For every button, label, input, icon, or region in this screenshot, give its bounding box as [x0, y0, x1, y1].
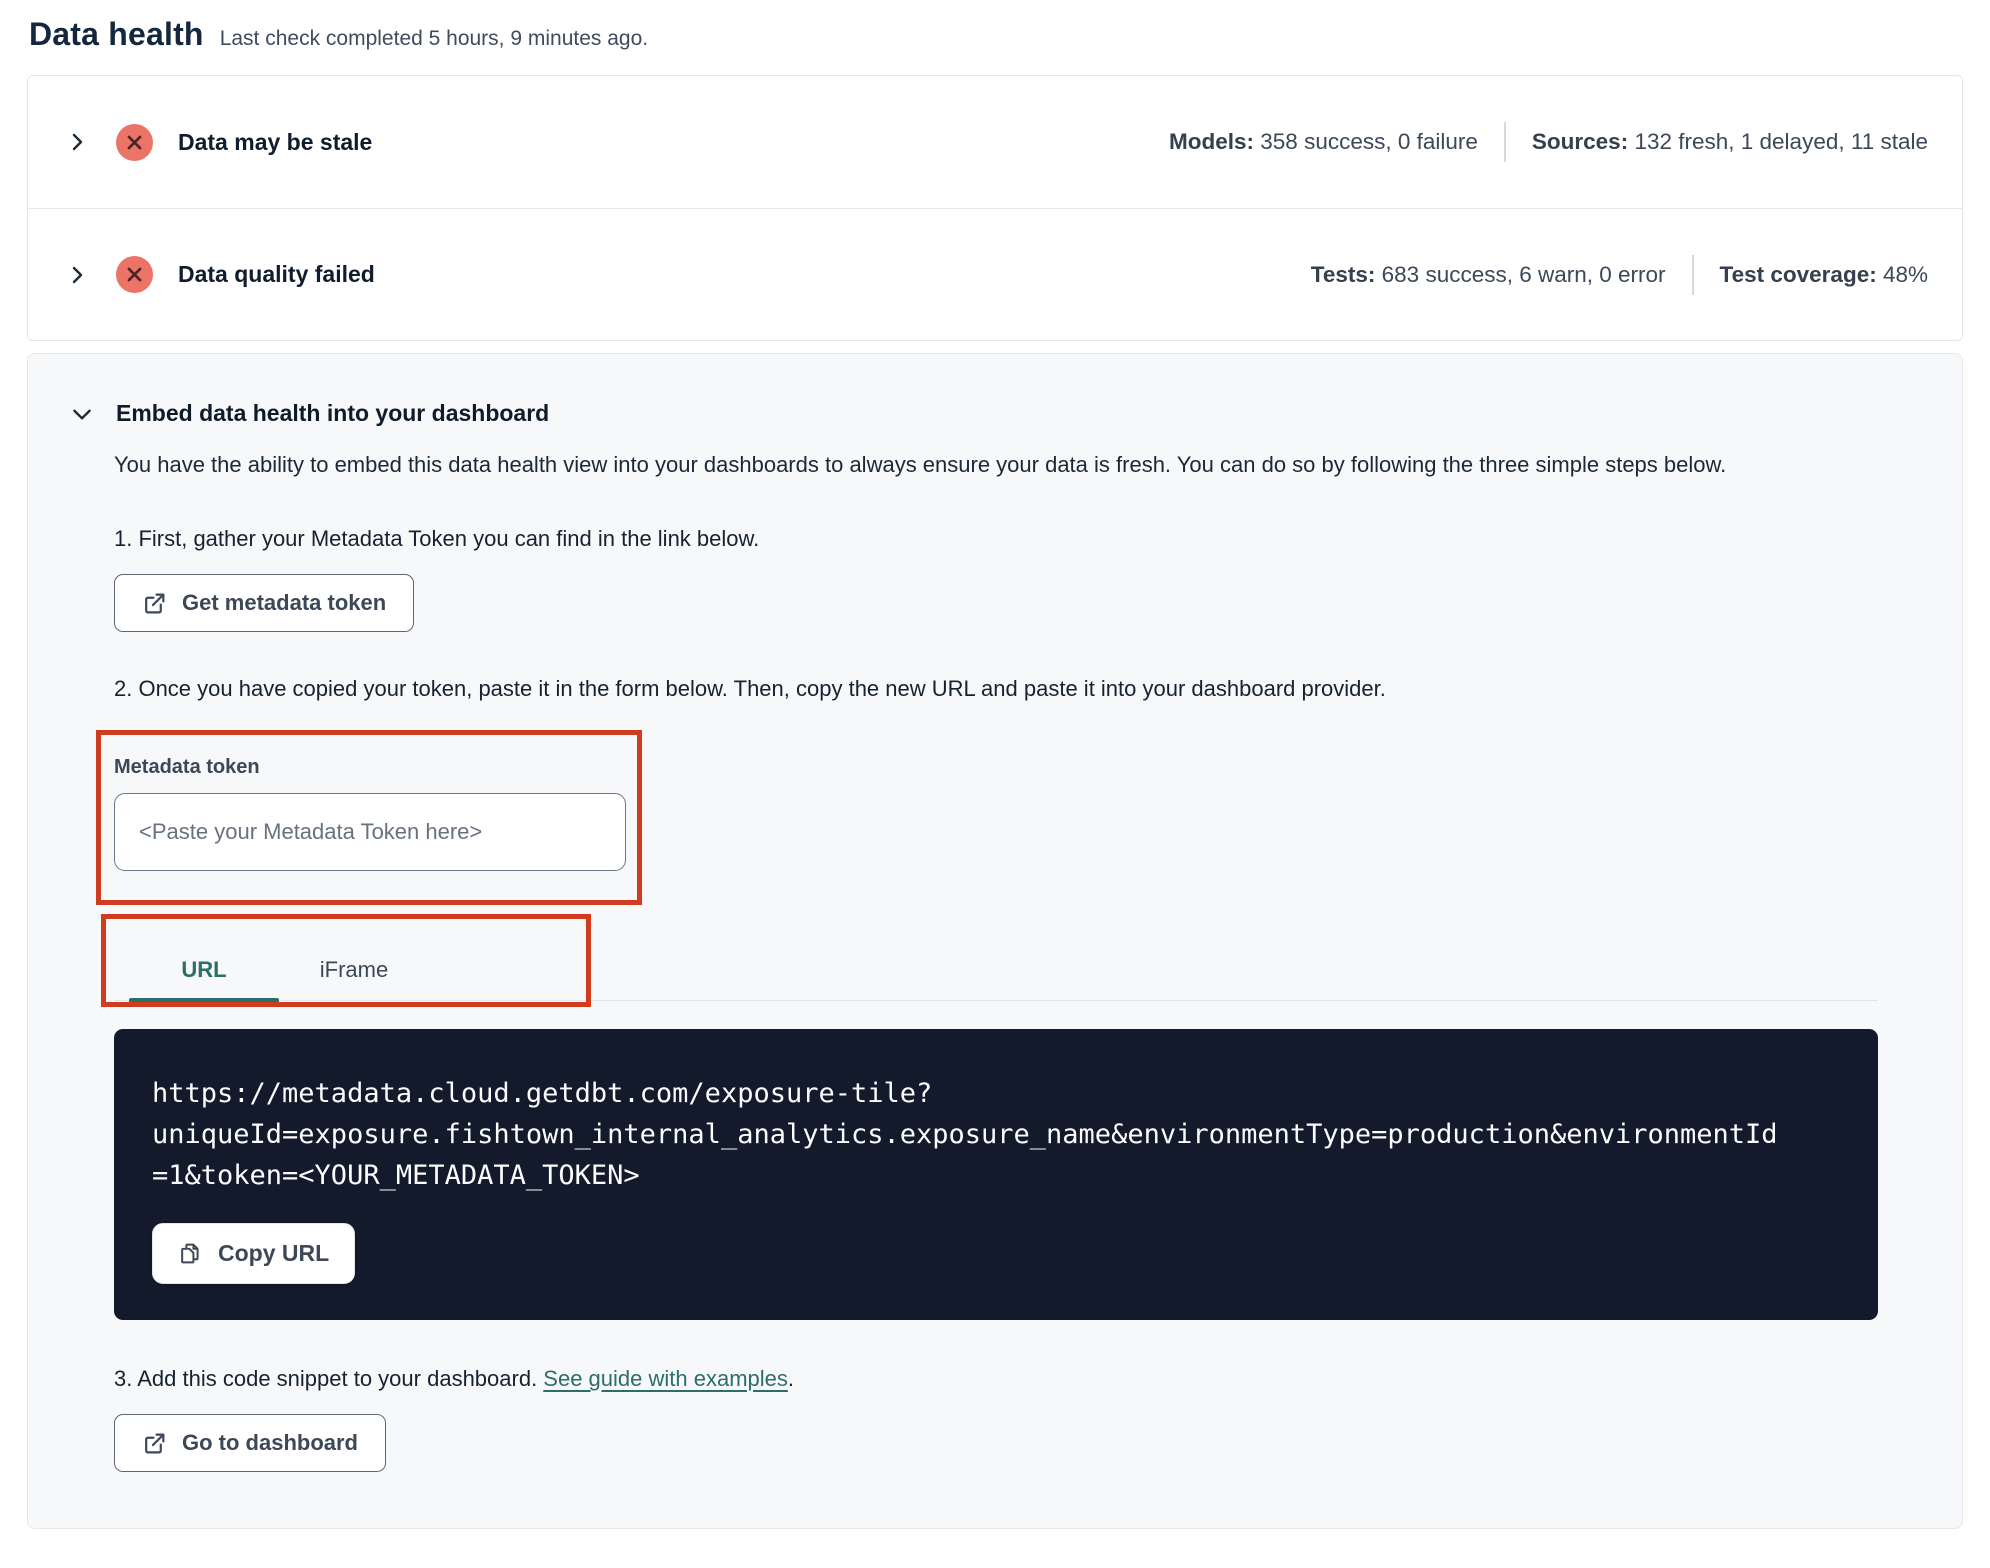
get-metadata-token-button[interactable]: Get metadata token: [114, 574, 415, 632]
x-circle-error-icon: [116, 256, 153, 293]
copy-url-button[interactable]: Copy URL: [152, 1223, 356, 1284]
external-link-icon: [142, 591, 167, 616]
embed-section-body: You have the ability to embed this data …: [96, 449, 1878, 1472]
metadata-token-annotation-box: Metadata token: [96, 730, 642, 905]
embed-url-code-block: https://metadata.cloud.getdbt.com/exposu…: [114, 1029, 1878, 1320]
chevron-right-icon[interactable]: [64, 262, 90, 288]
sources-stat: Sources: 132 fresh, 1 delayed, 11 stale: [1532, 129, 1928, 155]
embed-section-header[interactable]: Embed data health into your dashboard: [69, 400, 1876, 427]
x-circle-error-icon: [116, 123, 153, 161]
status-row-stats: Models: 358 success, 0 failure Sources: …: [1169, 122, 1928, 162]
status-row-data-quality[interactable]: Data quality failed Tests: 683 success, …: [28, 208, 1962, 340]
divider: [1691, 254, 1694, 295]
test-coverage-stat-value: 48%: [1876, 261, 1928, 287]
chevron-right-icon[interactable]: [64, 129, 90, 155]
sources-stat-label: Sources:: [1531, 129, 1629, 154]
embed-section-title: Embed data health into your dashboard: [116, 400, 550, 426]
divider: [1503, 122, 1506, 162]
last-check-status: Last check completed 5 hours, 9 minutes …: [219, 27, 649, 50]
sources-stat-value: 132 fresh, 1 delayed, 11 stale: [1628, 129, 1928, 154]
embed-section: Embed data health into your dashboard Yo…: [27, 353, 1963, 1529]
step3-text-after: .: [787, 1366, 795, 1391]
test-coverage-stat-label: Test coverage:: [1719, 261, 1877, 287]
tab-url[interactable]: URL: [129, 939, 279, 1003]
get-metadata-token-label: Get metadata token: [182, 590, 387, 615]
go-to-dashboard-label: Go to dashboard: [182, 1430, 358, 1455]
tests-stat-value: 683 success, 6 warn, 0 error: [1375, 261, 1666, 287]
tests-stat: Tests: 683 success, 6 warn, 0 error: [1311, 262, 1666, 288]
step3-text-before: 3. Add this code snippet to your dashboa…: [114, 1366, 544, 1391]
test-coverage-stat: Test coverage: 48%: [1720, 262, 1928, 288]
tab-iframe[interactable]: iFrame: [279, 939, 429, 1000]
output-tabbar: URL iFrame: [114, 939, 1878, 1003]
copy-url-label: Copy URL: [218, 1240, 330, 1266]
status-row-label: Data quality failed: [178, 261, 375, 287]
page-header: Data health Last check completed 5 hours…: [27, 16, 1963, 53]
status-row-data-stale[interactable]: Data may be stale Models: 358 success, 0…: [28, 76, 1962, 208]
copy-icon: [178, 1241, 203, 1266]
step2-text: 2. Once you have copied your token, past…: [114, 676, 1386, 701]
models-stat-label: Models:: [1169, 129, 1255, 154]
external-link-icon: [142, 1431, 167, 1456]
tests-stat-label: Tests:: [1310, 261, 1376, 287]
data-health-page: Data health Last check completed 5 hours…: [0, 0, 1990, 1529]
metadata-token-input[interactable]: [114, 793, 626, 871]
status-row-label: Data may be stale: [178, 128, 373, 155]
metadata-token-label: Metadata token: [114, 756, 260, 778]
status-row-stats: Tests: 683 success, 6 warn, 0 error Test…: [1311, 254, 1928, 295]
models-stat-value: 358 success, 0 failure: [1254, 129, 1478, 154]
models-stat: Models: 358 success, 0 failure: [1169, 129, 1478, 155]
status-card: Data may be stale Models: 358 success, 0…: [27, 75, 1963, 341]
embed-url-text: https://metadata.cloud.getdbt.com/exposu…: [152, 1078, 1778, 1191]
step3-text: 3. Add this code snippet to your dashboa…: [114, 1366, 1876, 1392]
embed-description: You have the ability to embed this data …: [114, 452, 1727, 477]
go-to-dashboard-button[interactable]: Go to dashboard: [114, 1414, 386, 1472]
page-title: Data health: [29, 16, 204, 52]
step1-text: 1. First, gather your Metadata Token you…: [114, 526, 760, 551]
chevron-down-icon[interactable]: [69, 401, 95, 427]
see-guide-link[interactable]: See guide with examples: [543, 1366, 788, 1391]
output-tabs-wrap: URL iFrame: [101, 914, 1878, 1007]
